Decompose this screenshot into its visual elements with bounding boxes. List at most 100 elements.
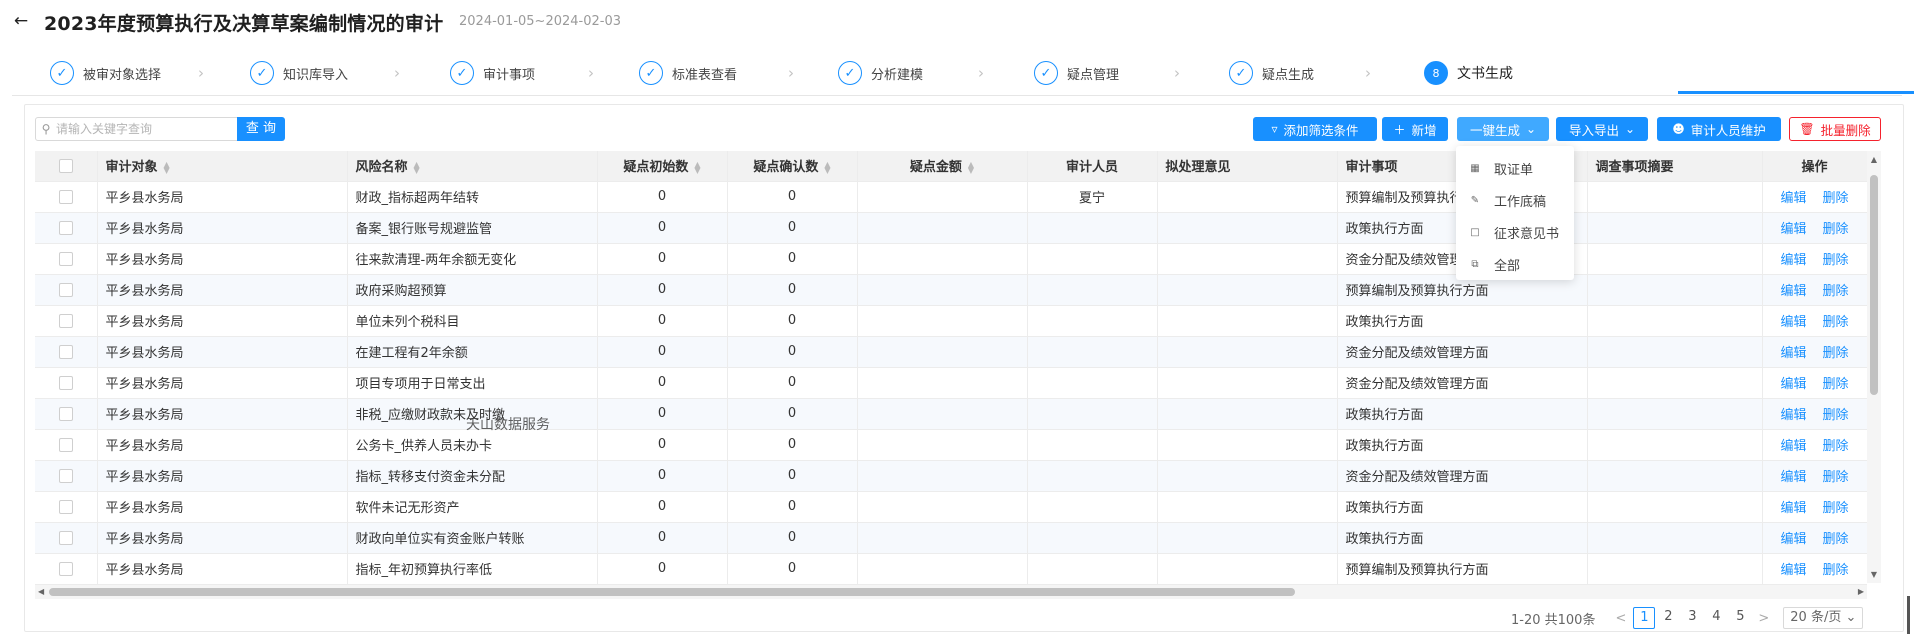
row-checkbox[interactable] [35,336,98,368]
sort-icon[interactable]: ▲ ▼ [414,160,420,174]
cell-confirm-count: 0 [727,181,858,213]
edit-link[interactable]: 编辑 [1780,253,1806,268]
import-export-label: 导入导出 [1568,122,1619,138]
cell-risk: 项目专项用于日常支出 [347,367,598,399]
cell-target: 平乡县水务局 [97,367,348,399]
cell-init-count: 0 [597,398,728,430]
cell-init-count: 0 [597,429,728,461]
delete-link[interactable]: 删除 [1823,377,1849,392]
edit-link[interactable]: 编辑 [1780,439,1806,454]
row-checkbox[interactable] [35,181,98,213]
step-2[interactable]: ✓ 知识库导入 [250,58,348,88]
menu-item-working-paper[interactable]: ✎ 工作底稿 [1456,184,1574,216]
delete-link[interactable]: 删除 [1823,222,1849,237]
row-checkbox[interactable] [35,522,98,554]
step-8[interactable]: 8 文书生成 [1424,58,1513,88]
col-header-confirm-count[interactable]: 疑点确认数 ▲ ▼ [727,151,858,182]
select-all-checkbox[interactable] [35,151,98,182]
edit-link[interactable]: 编辑 [1780,532,1806,547]
sort-icon[interactable]: ▲ ▼ [968,160,974,174]
sort-icon[interactable]: ▲ ▼ [164,160,170,174]
back-arrow-icon[interactable]: ← [10,10,32,32]
cell-target: 平乡县水务局 [97,274,348,306]
edit-link[interactable]: 编辑 [1780,191,1806,206]
delete-link[interactable]: 删除 [1823,563,1849,578]
delete-link[interactable]: 删除 [1823,439,1849,454]
step-4[interactable]: ✓ 标准表查看 [639,58,737,88]
page-5[interactable]: 5 [1729,607,1751,629]
step-7[interactable]: ✓ 疑点生成 [1229,58,1314,88]
scroll-down-icon[interactable]: ▼ [1867,570,1881,579]
edit-link[interactable]: 编辑 [1780,470,1806,485]
delete-link[interactable]: 删除 [1823,501,1849,516]
edit-link[interactable]: 编辑 [1780,563,1806,578]
delete-link[interactable]: 删除 [1823,408,1849,423]
menu-item-evidence[interactable]: ▦ 取证单 [1456,152,1574,184]
delete-link[interactable]: 删除 [1823,470,1849,485]
page-3[interactable]: 3 [1681,607,1703,629]
batch-delete-button[interactable]: 🗑 批量删除 [1789,117,1881,141]
scroll-left-icon[interactable]: ◀ [38,585,44,599]
horizontal-scrollbar[interactable]: ◀ ▶ [35,585,1867,599]
one-click-generate-button[interactable]: 一键生成 ⌄ [1457,117,1549,141]
search-button[interactable]: 查 询 [237,117,285,141]
horizontal-scroll-thumb[interactable] [49,588,1295,596]
vertical-scrollbar[interactable]: ▲ ▼ [1867,151,1881,583]
col-header-amount[interactable]: 疑点金额 ▲ ▼ [857,151,1028,182]
delete-link[interactable]: 删除 [1823,191,1849,206]
auditor-maintain-button[interactable]: ☻ 审计人员维护 [1657,117,1781,141]
add-filter-button[interactable]: ▿ 添加筛选条件 [1253,117,1377,141]
col-header-risk[interactable]: 风险名称 ▲ ▼ [347,151,598,182]
row-checkbox[interactable] [35,460,98,492]
row-checkbox[interactable] [35,491,98,523]
page-size-select[interactable]: 20 条/页 ⌄ [1783,607,1864,629]
vertical-scroll-thumb[interactable] [1870,175,1878,395]
edit-link[interactable]: 编辑 [1780,222,1806,237]
import-export-button[interactable]: 导入导出 ⌄ [1556,117,1648,141]
delete-link[interactable]: 删除 [1823,253,1849,268]
sort-icon[interactable]: ▲ ▼ [824,160,830,174]
search-input[interactable] [56,119,234,139]
cell-summary [1587,553,1763,585]
cell-amount [857,274,1028,306]
step-3[interactable]: ✓ 审计事项 [450,58,535,88]
scroll-right-icon[interactable]: ▶ [1858,585,1864,599]
page-4[interactable]: 4 [1705,607,1727,629]
add-button[interactable]: ＋ 新增 [1382,117,1448,141]
edit-link[interactable]: 编辑 [1780,408,1806,423]
delete-link[interactable]: 删除 [1823,532,1849,547]
row-checkbox[interactable] [35,398,98,430]
menu-item-all[interactable]: ⧉ 全部 [1456,248,1574,280]
edit-link[interactable]: 编辑 [1780,315,1806,330]
row-checkbox[interactable] [35,274,98,306]
row-checkbox[interactable] [35,243,98,275]
col-header-target[interactable]: 审计对象 ▲ ▼ [97,151,348,182]
page-1[interactable]: 1 [1633,607,1656,629]
edit-link[interactable]: 编辑 [1780,501,1806,516]
edit-link[interactable]: 编辑 [1780,346,1806,361]
cell-auditor [1027,460,1158,492]
row-checkbox[interactable] [35,212,98,244]
cell-amount [857,305,1028,337]
delete-link[interactable]: 删除 [1823,315,1849,330]
cell-opinion [1157,429,1338,461]
step-5[interactable]: ✓ 分析建模 [838,58,923,88]
col-header-init-count[interactable]: 疑点初始数 ▲ ▼ [597,151,728,182]
page-2[interactable]: 2 [1657,607,1679,629]
scroll-up-icon[interactable]: ▲ [1867,155,1881,164]
menu-item-opinion-letter[interactable]: □ 征求意见书 [1456,216,1574,248]
edit-link[interactable]: 编辑 [1780,284,1806,299]
step-6[interactable]: ✓ 疑点管理 [1034,58,1119,88]
row-checkbox[interactable] [35,553,98,585]
delete-link[interactable]: 删除 [1823,284,1849,299]
next-page-icon[interactable]: > [1758,611,1769,626]
cell-opinion [1157,243,1338,275]
sort-icon[interactable]: ▲ ▼ [694,160,700,174]
prev-page-icon[interactable]: < [1615,611,1626,626]
row-checkbox[interactable] [35,367,98,399]
step-1[interactable]: ✓ 被审对象选择 [50,58,161,88]
row-checkbox[interactable] [35,429,98,461]
edit-link[interactable]: 编辑 [1780,377,1806,392]
delete-link[interactable]: 删除 [1823,346,1849,361]
row-checkbox[interactable] [35,305,98,337]
